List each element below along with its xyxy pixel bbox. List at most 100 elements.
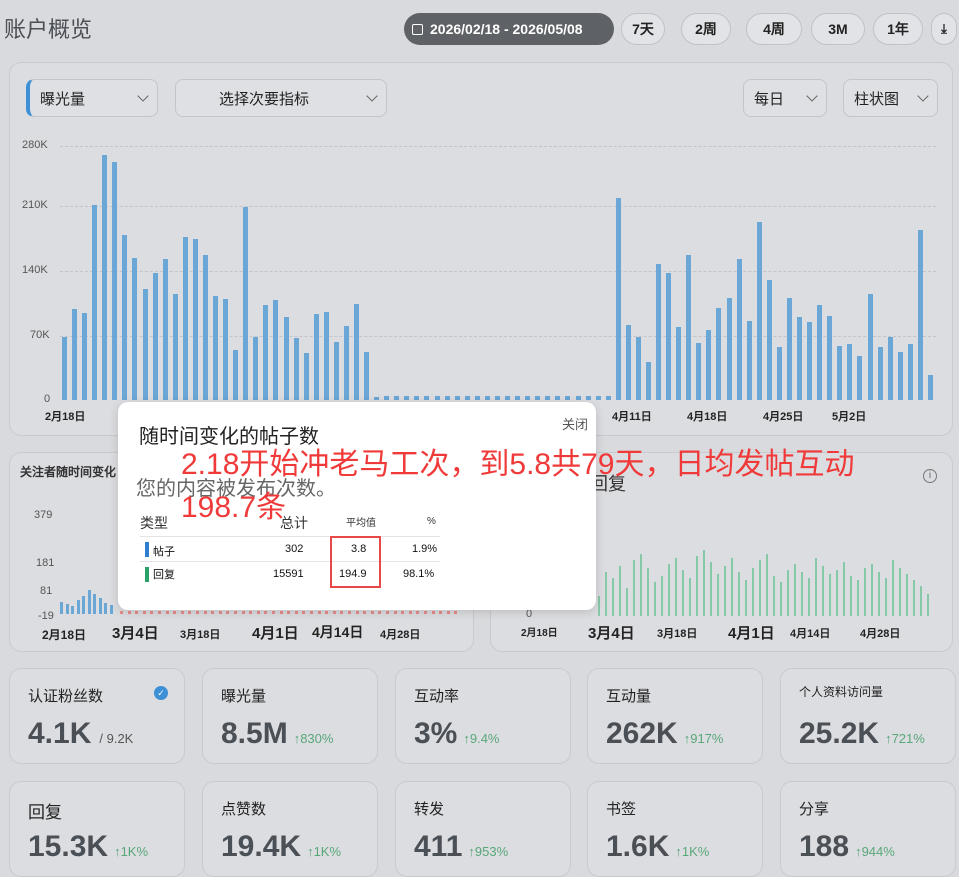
chart-bar[interactable]: [625, 324, 631, 400]
chart-bar[interactable]: [404, 396, 410, 400]
chart-bar[interactable]: [364, 351, 370, 400]
chart-bar[interactable]: [646, 361, 651, 400]
chart-bar[interactable]: [666, 273, 672, 400]
chart-bar[interactable]: [384, 396, 390, 400]
stat-card-engagement-rate[interactable]: 互动率 3% ↑9.4%: [395, 668, 571, 764]
chart-bar[interactable]: [102, 155, 108, 400]
chart-bar[interactable]: [696, 342, 702, 400]
chart-bar[interactable]: [746, 321, 752, 400]
stat-card-verified-followers[interactable]: 认证粉丝数 ✓ 4.1K / 9.2K: [9, 668, 185, 764]
chart-bar[interactable]: [323, 312, 329, 400]
chart-type-select[interactable]: 柱状图: [843, 79, 938, 117]
chart-bar[interactable]: [223, 299, 229, 400]
stat-card-engagements[interactable]: 互动量 262K ↑917%: [587, 668, 763, 764]
chart-bar[interactable]: [595, 396, 601, 400]
chart-bar[interactable]: [72, 309, 78, 400]
chart-bar[interactable]: [142, 289, 148, 400]
chart-bar[interactable]: [213, 295, 219, 400]
chart-bar[interactable]: [635, 336, 641, 400]
chart-bar[interactable]: [676, 327, 682, 400]
chart-bar[interactable]: [293, 338, 299, 400]
chart-bar[interactable]: [736, 258, 742, 400]
chart-bar[interactable]: [112, 162, 118, 400]
chart-bar[interactable]: [867, 293, 873, 400]
chart-bar[interactable]: [797, 316, 803, 400]
chart-bar[interactable]: [394, 396, 400, 400]
download-button[interactable]: ⤓: [931, 13, 957, 45]
chart-bar[interactable]: [877, 347, 883, 400]
chart-bar[interactable]: [656, 263, 662, 400]
chart-bar[interactable]: [434, 396, 440, 400]
chart-bar[interactable]: [253, 336, 259, 400]
chart-bar[interactable]: [827, 315, 833, 400]
chart-bar[interactable]: [766, 280, 772, 400]
chart-bar[interactable]: [233, 350, 239, 400]
chart-bar[interactable]: [172, 293, 178, 400]
primary-metric-select[interactable]: 曝光量: [26, 79, 158, 117]
chart-bar[interactable]: [505, 396, 511, 400]
chart-bar[interactable]: [202, 254, 208, 400]
range-2w-button[interactable]: 2周: [681, 13, 731, 45]
chart-bar[interactable]: [897, 351, 903, 400]
range-4w-button[interactable]: 4周: [746, 13, 802, 45]
range-3m-button[interactable]: 3M: [811, 13, 865, 45]
chart-bar[interactable]: [555, 396, 561, 400]
chart-bar[interactable]: [585, 396, 591, 400]
stat-card-reposts[interactable]: 转发 411 ↑953%: [395, 781, 571, 877]
stat-card-shares[interactable]: 分享 188 ↑944%: [780, 781, 956, 877]
chart-bar[interactable]: [716, 308, 722, 400]
date-range-button[interactable]: 2026/02/18 - 2026/05/08: [404, 13, 614, 45]
close-button[interactable]: 关闭: [562, 414, 588, 433]
chart-bar[interactable]: [605, 396, 611, 400]
chart-bar[interactable]: [92, 204, 98, 400]
chart-bar[interactable]: [756, 222, 762, 400]
chart-bar[interactable]: [474, 396, 480, 400]
chart-bar[interactable]: [927, 374, 933, 400]
chart-bar[interactable]: [837, 346, 843, 400]
chart-bar[interactable]: [303, 352, 309, 400]
chart-bar[interactable]: [786, 298, 792, 400]
chart-bar[interactable]: [444, 396, 450, 400]
stat-card-profile-visits[interactable]: 个人资料访问量 25.2K ↑721%: [780, 668, 956, 764]
chart-bar[interactable]: [615, 197, 621, 400]
interval-select[interactable]: 每日: [743, 79, 827, 117]
chart-bar[interactable]: [515, 396, 521, 400]
secondary-metric-select[interactable]: 选择次要指标: [175, 79, 387, 117]
chart-bar[interactable]: [454, 396, 460, 400]
chart-bar[interactable]: [575, 396, 581, 400]
range-1y-button[interactable]: 1年: [873, 13, 923, 45]
chart-bar[interactable]: [706, 330, 712, 400]
chart-bar[interactable]: [857, 355, 863, 400]
chart-bar[interactable]: [525, 396, 531, 400]
chart-bar[interactable]: [152, 273, 158, 400]
chart-bar[interactable]: [817, 304, 823, 400]
chart-bar[interactable]: [494, 396, 500, 400]
chart-bar[interactable]: [545, 396, 551, 400]
chart-bar[interactable]: [62, 336, 67, 400]
chart-bar[interactable]: [535, 396, 541, 400]
chart-bar[interactable]: [82, 312, 88, 400]
stat-card-bookmarks[interactable]: 书签 1.6K ↑1K%: [587, 781, 763, 877]
stat-card-replies[interactable]: 回复 15.3K ↑1K%: [9, 781, 185, 877]
chart-bar[interactable]: [464, 396, 470, 400]
chart-bar[interactable]: [313, 313, 319, 400]
chart-bar[interactable]: [686, 254, 692, 400]
range-7d-button[interactable]: 7天: [621, 13, 665, 45]
chart-bar[interactable]: [122, 234, 128, 400]
stat-card-likes[interactable]: 点赞数 19.4K ↑1K%: [202, 781, 378, 877]
chart-bar[interactable]: [263, 304, 269, 400]
chart-bar[interactable]: [807, 322, 813, 400]
chart-bar[interactable]: [887, 337, 893, 400]
chart-bar[interactable]: [726, 298, 732, 400]
chart-bar[interactable]: [847, 343, 853, 400]
stat-card-impressions[interactable]: 曝光量 8.5M ↑830%: [202, 668, 378, 764]
chart-bar[interactable]: [917, 230, 923, 400]
chart-bar[interactable]: [192, 239, 198, 400]
chart-bar[interactable]: [414, 396, 420, 400]
chart-bar[interactable]: [354, 303, 359, 400]
chart-bar[interactable]: [273, 300, 279, 400]
chart-bar[interactable]: [907, 343, 913, 400]
chart-bar[interactable]: [343, 325, 349, 400]
chart-bar[interactable]: [333, 341, 339, 400]
chart-bar[interactable]: [162, 259, 168, 400]
